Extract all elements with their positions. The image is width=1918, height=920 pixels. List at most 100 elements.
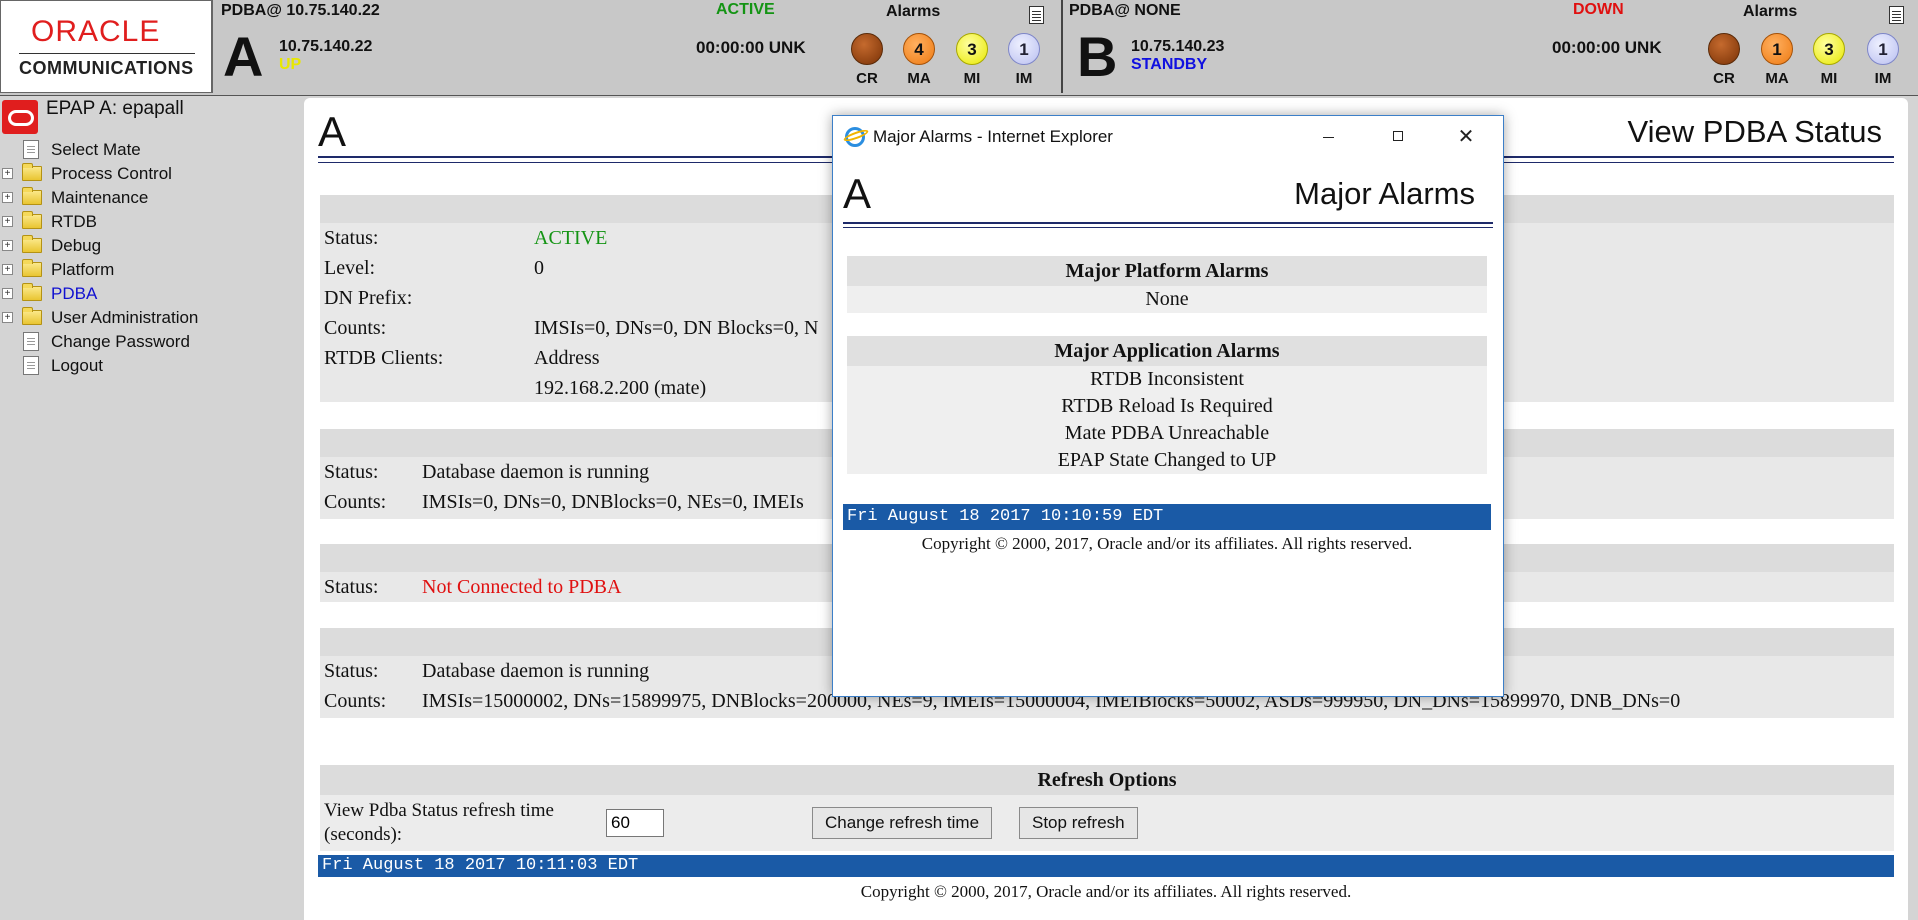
application-alarms-table: Major Application Alarms RTDB Inconsiste… <box>847 336 1487 474</box>
logo-divider <box>19 53 195 54</box>
expand-icon[interactable]: + <box>2 312 13 323</box>
folder-icon <box>22 235 42 253</box>
status-value: Not Connected to PDBA <box>422 576 622 598</box>
minimize-icon[interactable] <box>1305 122 1351 152</box>
info-alarm-indicator[interactable]: 1 <box>1008 33 1040 65</box>
system-b-state: DOWN <box>1573 1 1624 18</box>
document-icon <box>23 332 39 351</box>
system-a-state: ACTIVE <box>716 1 775 18</box>
refresh-time-label: View Pdba Status refresh time (seconds): <box>324 800 554 845</box>
status-value: Database daemon is running <box>422 660 650 682</box>
status-header: ORACLE COMMUNICATIONS PDBA@ 10.75.140.22… <box>0 0 1918 96</box>
info-alarm-indicator[interactable]: 1 <box>1867 33 1899 65</box>
folder-icon <box>22 163 42 181</box>
expand-icon[interactable]: + <box>2 168 13 179</box>
system-b-title: PDBA@ NONE <box>1069 2 1181 19</box>
folder-icon <box>22 211 42 229</box>
major-alarm-label: MA <box>907 70 931 87</box>
minor-alarm-indicator[interactable]: 3 <box>1813 33 1845 65</box>
info-alarm-label: IM <box>1874 70 1892 87</box>
list-item: EPAP State Changed to UP <box>1057 449 1277 471</box>
expand-icon[interactable]: + <box>2 192 13 203</box>
sidebar-item-label: Maintenance <box>51 188 149 207</box>
minor-alarm-label: MI <box>963 70 981 87</box>
rtdb-client-address: 192.168.2.200 (mate) <box>534 377 707 399</box>
title-divider <box>843 222 1493 224</box>
sidebar-item-label: Process Control <box>51 164 172 183</box>
window-title: Major Alarms - Internet Explorer <box>873 127 1113 146</box>
sidebar-title: EPAP A: epapall <box>46 98 184 119</box>
sidebar-item-label: Change Password <box>51 332 190 351</box>
critical-alarm-label: CR <box>1713 70 1735 87</box>
expand-icon[interactable]: + <box>2 288 13 299</box>
oracle-icon <box>2 100 38 134</box>
major-alarm-indicator[interactable]: 4 <box>903 33 935 65</box>
platform-alarms-table: Major Platform Alarms None <box>847 256 1487 313</box>
copyright-text: Copyright © 2000, 2017, Oracle and/or it… <box>921 534 1413 553</box>
system-b-ip: 10.75.140.23 <box>1131 38 1225 55</box>
refresh-time-input[interactable] <box>606 809 664 837</box>
rtdb-clients-header: Address <box>534 347 600 369</box>
expand-icon[interactable]: + <box>2 240 13 251</box>
communications-wordmark: COMMUNICATIONS <box>19 58 194 78</box>
expand-icon[interactable]: + <box>2 216 13 227</box>
sidebar-item-label: Platform <box>51 260 115 279</box>
level-label: Level: <box>324 257 376 279</box>
platform-alarms-header: Major Platform Alarms <box>847 256 1487 286</box>
counts-value: IMSIs=0, DNs=0, DN Blocks=0, N <box>534 317 819 339</box>
major-alarm-label: MA <box>1765 70 1789 87</box>
notes-icon[interactable] <box>1029 6 1044 24</box>
sidebar-item-label: RTDB <box>51 212 97 231</box>
list-item: Mate PDBA Unreachable <box>1064 422 1270 444</box>
system-a-ip: 10.75.140.22 <box>279 38 373 55</box>
expand-icon[interactable]: + <box>2 264 13 275</box>
sidebar-item-label: User Administration <box>51 308 199 327</box>
system-a-title: PDBA@ 10.75.140.22 <box>221 2 380 19</box>
list-item: RTDB Reload Is Required <box>1061 395 1273 417</box>
counts-value: IMSIs=0, DNs=0, DNBlocks=0, NEs=0, IMEIs <box>422 491 804 513</box>
system-a-alarms-label: Alarms <box>886 3 941 20</box>
notes-icon[interactable] <box>1889 6 1904 24</box>
current-datetime-bar: Fri August 18 2017 10:11:03 EDT <box>318 855 1894 877</box>
status-value: ACTIVE <box>534 227 608 249</box>
system-b-status: PDBA@ NONE DOWN B 10.75.140.23 STANDBY 0… <box>1061 0 1918 93</box>
copyright-text: Copyright © 2000, 2017, Oracle and/or it… <box>860 882 1352 901</box>
change-refresh-time-button[interactable]: Change refresh time <box>812 807 993 839</box>
major-alarm-indicator[interactable]: 1 <box>1761 33 1793 65</box>
system-b-alarms-label: Alarms <box>1743 3 1798 20</box>
level-value: 0 <box>534 257 544 279</box>
title-divider <box>843 227 1493 228</box>
folder-icon <box>22 283 42 301</box>
counts-label: Counts: <box>324 317 387 339</box>
stop-refresh-button[interactable]: Stop refresh <box>1019 807 1138 839</box>
popup-heading: Major Alarms <box>1294 176 1475 211</box>
status-label: Status: <box>324 227 379 249</box>
system-b-time: 00:00:00 UNK <box>1552 38 1662 57</box>
document-icon <box>23 140 39 159</box>
status-label: Status: <box>324 576 379 598</box>
minor-alarm-indicator[interactable]: 3 <box>956 33 988 65</box>
document-icon <box>23 356 39 375</box>
counts-label: Counts: <box>324 690 387 712</box>
critical-alarm-indicator[interactable] <box>1708 33 1740 65</box>
system-b-letter: B <box>1077 25 1118 88</box>
sidebar-item-label: Debug <box>51 236 102 255</box>
list-item: None <box>1145 288 1189 310</box>
close-icon[interactable]: ✕ <box>1443 122 1489 152</box>
folder-icon <box>22 307 42 325</box>
sidebar-item-label: PDBA <box>51 284 98 303</box>
maximize-icon[interactable] <box>1375 122 1421 152</box>
window-titlebar[interactable]: Major Alarms - Internet Explorer ✕ <box>833 116 1503 158</box>
status-label: Status: <box>324 461 379 483</box>
internet-explorer-icon <box>845 127 865 147</box>
system-b-substatus: STANDBY <box>1131 56 1208 73</box>
info-alarm-label: IM <box>1015 70 1033 87</box>
refresh-options-panel: Refresh Options View Pdba Status refresh… <box>320 765 1894 851</box>
system-a-time: 00:00:00 UNK <box>696 38 806 57</box>
critical-alarm-indicator[interactable] <box>851 33 883 65</box>
major-alarms-window: Major Alarms - Internet Explorer ✕ A Maj… <box>832 115 1504 697</box>
status-label: Status: <box>324 660 379 682</box>
critical-alarm-label: CR <box>856 70 878 87</box>
counts-label: Counts: <box>324 491 387 513</box>
folder-icon <box>22 259 42 277</box>
